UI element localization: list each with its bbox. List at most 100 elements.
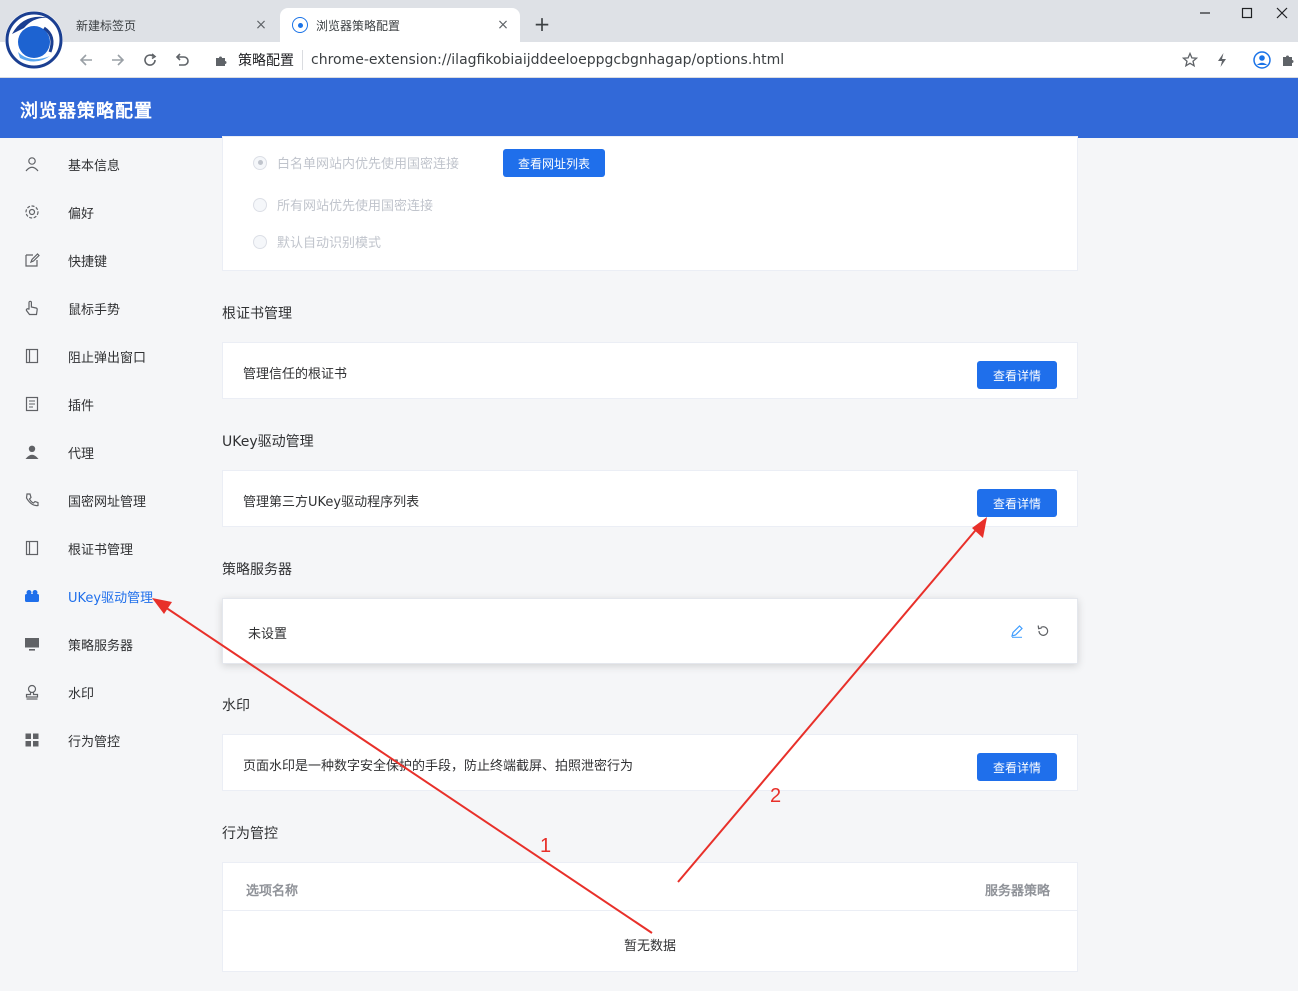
profile-icon[interactable] — [1252, 50, 1272, 70]
watermark-details-button[interactable]: 查看详情 — [977, 753, 1057, 781]
section-title-ukey: UKey驱动管理 — [222, 434, 314, 450]
close-icon — [1276, 7, 1288, 19]
radio-unchecked-icon — [253, 234, 267, 249]
sidebar-item-label: UKey驱动管理 — [68, 590, 154, 606]
sidebar-item-watermark[interactable]: 水印 — [0, 668, 200, 716]
reload-button[interactable] — [136, 46, 164, 74]
sidebar-item-root-cert[interactable]: 根证书管理 — [0, 524, 200, 572]
sidebar-item-behavior-control[interactable]: 行为管控 — [0, 716, 200, 764]
sidebar-item-ukey[interactable]: UKey驱动管理 — [0, 572, 200, 620]
sidebar-item-policy-server[interactable]: 策略服务器 — [0, 620, 200, 668]
arrow-left-icon — [79, 54, 92, 66]
radio-auto-detect[interactable]: 默认自动识别模式 — [253, 232, 381, 251]
sidebar-item-label: 基本信息 — [68, 158, 121, 174]
monitor-icon — [22, 634, 42, 654]
radio-checked-icon — [253, 155, 267, 170]
maximize-icon — [1241, 7, 1253, 19]
grid-icon — [22, 730, 42, 750]
close-window-button[interactable] — [1266, 2, 1298, 24]
column-header-option: 选项名称 — [246, 884, 299, 899]
sidebar-item-preferences[interactable]: 偏好 — [0, 188, 200, 236]
ukey-card: 管理第三方UKey驱动程序列表 查看详情 — [222, 470, 1078, 527]
sidebar-item-label: 快捷键 — [68, 254, 108, 270]
extensions-icon[interactable] — [1280, 50, 1298, 70]
section-title-behavior: 行为管控 — [222, 826, 278, 842]
page-title: 浏览器策略配置 — [20, 101, 153, 122]
forward-button[interactable] — [104, 46, 132, 74]
extension-name: 策略配置 — [238, 50, 303, 70]
stamp-icon — [22, 682, 42, 702]
empty-state-text: 暂无数据 — [623, 939, 676, 954]
favicon-icon — [292, 17, 308, 33]
sidebar-item-label: 鼠标手势 — [68, 302, 121, 318]
ukey-details-button[interactable]: 查看详情 — [977, 489, 1057, 517]
radio-label: 白名单网站内优先使用国密连接 — [277, 157, 460, 172]
sidebar-item-label: 阻止弹出窗口 — [68, 350, 147, 366]
browser-toolbar: 策略配置 chrome-extension://ilagfikobiaijdde… — [0, 42, 1298, 78]
sidebar-item-mouse-gesture[interactable]: 鼠标手势 — [0, 284, 200, 332]
annotation-arrow-2 — [677, 517, 987, 883]
arrow-right-icon — [112, 54, 125, 66]
ukey-description: 管理第三方UKey驱动程序列表 — [243, 495, 420, 510]
document-icon — [22, 394, 42, 414]
section-title-policy-server: 策略服务器 — [222, 562, 292, 578]
radio-label: 默认自动识别模式 — [277, 236, 382, 251]
undo-icon — [175, 53, 189, 66]
watermark-description: 页面水印是一种数字安全保护的手段，防止终端截屏、拍照泄密行为 — [243, 759, 634, 774]
browser-logo — [4, 6, 66, 76]
browser-tab-strip: 新建标签页 × 浏览器策略配置 × + — [0, 0, 1298, 42]
address-bar[interactable]: 策略配置 chrome-extension://ilagfikobiaijdde… — [204, 46, 1234, 74]
sidebar-item-label: 国密网址管理 — [68, 494, 147, 510]
window-icon — [22, 346, 42, 366]
bookmark-star-icon[interactable] — [1180, 50, 1200, 70]
gm-mode-card: 白名单网站内优先使用国密连接 查看网址列表 所有网站优先使用国密连接 默认自动识… — [222, 136, 1078, 271]
root-cert-card: 管理信任的根证书 查看详情 — [222, 342, 1078, 399]
sidebar-item-popup-blocker[interactable]: 阻止弹出窗口 — [0, 332, 200, 380]
sidebar: 基本信息 偏好 快捷键 鼠标手势 阻止弹出窗口 插件 代理 国密网址管理 根证书… — [0, 138, 200, 991]
close-icon[interactable]: × — [250, 14, 272, 36]
annotation-label-1: 1 — [540, 835, 551, 857]
section-title-watermark: 水印 — [222, 698, 250, 714]
new-tab-button[interactable]: + — [530, 12, 554, 36]
sidebar-item-label: 插件 — [68, 398, 95, 414]
sidebar-item-proxy[interactable]: 代理 — [0, 428, 200, 476]
minimize-button[interactable] — [1182, 2, 1228, 24]
tab-policy-config[interactable]: 浏览器策略配置 × — [280, 8, 520, 42]
tab-new-tab[interactable]: 新建标签页 × — [66, 8, 278, 42]
lightning-icon[interactable] — [1212, 50, 1232, 70]
policy-server-value: 未设置 — [248, 627, 288, 642]
refresh-icon[interactable] — [1035, 623, 1051, 639]
reload-icon — [144, 53, 157, 66]
close-icon[interactable]: × — [492, 14, 514, 36]
sidebar-item-label: 策略服务器 — [68, 638, 134, 654]
puzzle-icon — [212, 51, 230, 69]
edit-icon[interactable] — [1009, 623, 1025, 639]
radio-all-sites-gm[interactable]: 所有网站优先使用国密连接 — [253, 195, 433, 214]
sidebar-item-shortcuts[interactable]: 快捷键 — [0, 236, 200, 284]
tab-title: 新建标签页 — [76, 18, 137, 33]
root-cert-details-button[interactable]: 查看详情 — [977, 361, 1057, 389]
sidebar-item-plugins[interactable]: 插件 — [0, 380, 200, 428]
edit-icon — [22, 250, 42, 270]
back-button[interactable] — [72, 46, 100, 74]
tab-title: 浏览器策略配置 — [316, 18, 401, 33]
view-url-list-button[interactable]: 查看网址列表 — [503, 149, 606, 177]
sidebar-item-label: 偏好 — [68, 206, 95, 222]
user-icon — [22, 154, 42, 174]
undo-close-button[interactable] — [168, 46, 196, 74]
maximize-button[interactable] — [1224, 2, 1270, 24]
root-cert-description: 管理信任的根证书 — [243, 367, 348, 382]
sidebar-item-basic-info[interactable]: 基本信息 — [0, 140, 200, 188]
url-text[interactable]: chrome-extension://ilagfikobiaijddeeloep… — [311, 52, 784, 68]
table-header: 选项名称 服务器策略 — [223, 863, 1077, 911]
watermark-card: 页面水印是一种数字安全保护的手段，防止终端截屏、拍照泄密行为 查看详情 — [222, 734, 1078, 791]
phone-icon — [22, 490, 42, 510]
sidebar-item-label: 根证书管理 — [68, 542, 134, 558]
sidebar-item-label: 行为管控 — [68, 734, 121, 750]
section-title-root-cert: 根证书管理 — [222, 306, 292, 322]
sidebar-item-label: 水印 — [68, 686, 95, 702]
sidebar-item-gm-url[interactable]: 国密网址管理 — [0, 476, 200, 524]
sidebar-item-label: 代理 — [68, 446, 95, 462]
radio-whitelist-gm[interactable]: 白名单网站内优先使用国密连接 — [253, 153, 459, 172]
radio-label: 所有网站优先使用国密连接 — [277, 199, 434, 214]
